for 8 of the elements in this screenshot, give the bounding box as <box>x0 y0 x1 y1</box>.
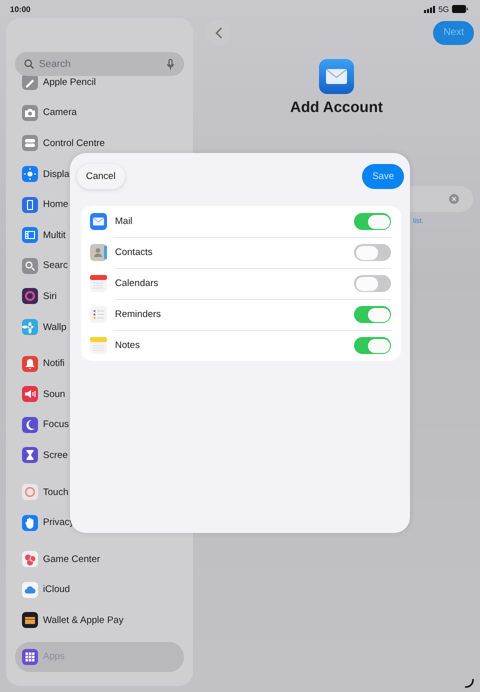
app-label: Contacts <box>115 247 154 258</box>
app-label: Calendars <box>115 278 160 289</box>
app-label: Mail <box>115 216 134 227</box>
app-label: Reminders <box>115 309 162 320</box>
page-title: Add Account <box>290 99 383 116</box>
network-label: 5G <box>438 4 449 14</box>
status-time: 10:00 <box>10 4 30 14</box>
app-label: Notes <box>115 340 141 351</box>
